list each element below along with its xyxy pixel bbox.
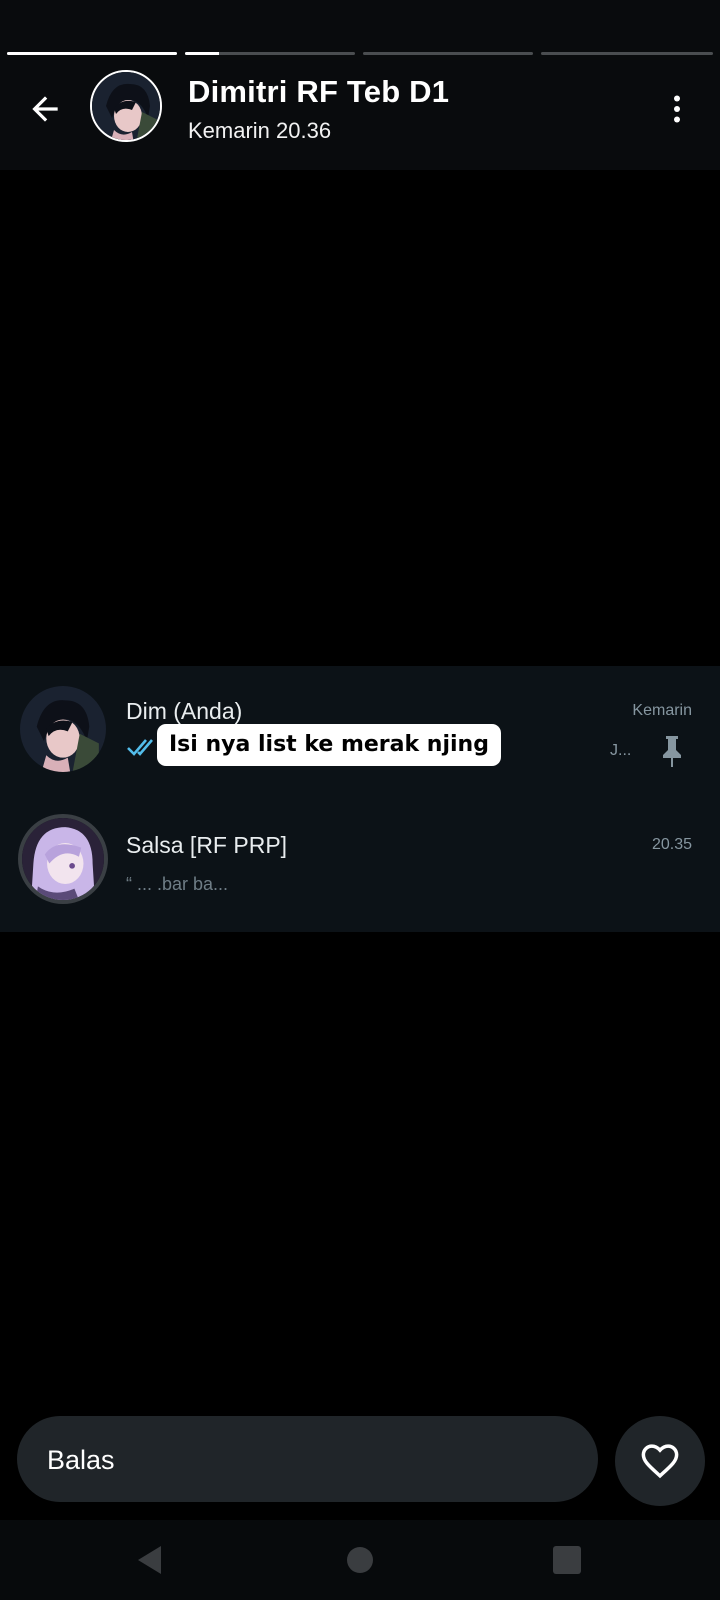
- arrow-left-icon: [32, 96, 58, 122]
- avatar-image: [20, 686, 106, 772]
- heart-outline-icon: [641, 1444, 679, 1479]
- story-progress-fill: [7, 52, 177, 55]
- chat-name: Salsa [RF PRP]: [126, 832, 288, 858]
- more-vertical-icon: [674, 95, 680, 123]
- chat-avatar: [20, 686, 106, 772]
- chat-list-item: Salsa [RF PRP] 20.35 “ ... .bar ba...: [0, 800, 720, 926]
- nav-home-button[interactable]: [330, 1530, 390, 1590]
- story-progress-segment: [185, 52, 355, 55]
- pin-icon: [663, 736, 681, 767]
- story-progress-segment: [363, 52, 533, 55]
- story-image-chat-list: Dim (Anda) Kemarin r ‘ J... Salsa [RF PR…: [0, 666, 720, 932]
- triangle-back-icon: [138, 1546, 161, 1574]
- system-navigation-bar: [0, 1520, 720, 1600]
- avatar-image: [22, 818, 104, 900]
- chat-preview-faded: “ ... .bar ba...: [126, 874, 229, 894]
- chat-preview-ellipsis: J...: [610, 742, 632, 759]
- nav-back-button[interactable]: [120, 1530, 180, 1590]
- author-avatar[interactable]: [90, 70, 162, 142]
- square-recents-icon: [553, 1546, 581, 1574]
- like-button[interactable]: [615, 1416, 705, 1506]
- story-progress-fill: [185, 52, 219, 55]
- chat-avatar: [18, 814, 108, 904]
- story-progress-segment: [541, 52, 713, 55]
- chat-time: 20.35: [651, 836, 692, 853]
- chat-time: Kemarin: [632, 702, 692, 719]
- back-button[interactable]: [22, 86, 68, 132]
- chat-name: Dim (Anda): [126, 698, 243, 724]
- story-timestamp: Kemarin 20.36: [188, 118, 332, 143]
- author-name[interactable]: Dimitri RF Teb D1: [188, 74, 449, 110]
- nav-recents-button[interactable]: [537, 1530, 597, 1590]
- story-progress-bar: [7, 52, 713, 56]
- circle-home-icon: [347, 1547, 373, 1573]
- double-check-icon: [127, 739, 153, 756]
- reply-field[interactable]: [17, 1416, 598, 1504]
- story-caption-sticker: Isi nya list ke merak njing: [157, 724, 501, 766]
- more-options-button[interactable]: [654, 86, 700, 132]
- reply-input[interactable]: [45, 1416, 569, 1504]
- story-progress-segment: [7, 52, 177, 55]
